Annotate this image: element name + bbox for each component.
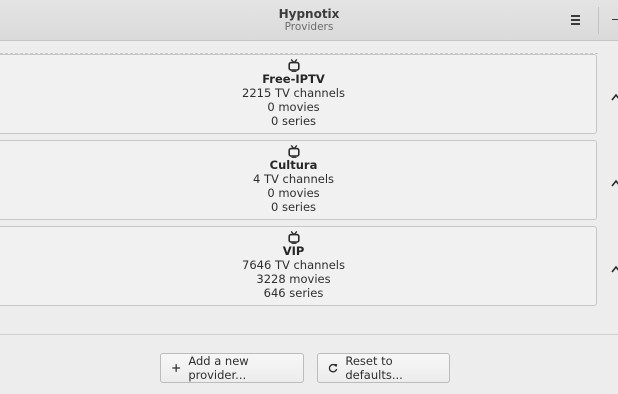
hamburger-menu-icon (570, 15, 580, 17)
chevron-up-icon[interactable] (611, 178, 618, 188)
provider-name: Cultura (269, 158, 318, 172)
provider-movies: 3228 movies (256, 272, 331, 286)
add-provider-button[interactable]: Add a new provider... (160, 353, 304, 383)
provider-name: VIP (282, 244, 305, 258)
plus-icon (172, 364, 181, 372)
chevron-up-icon[interactable] (611, 264, 618, 274)
provider-card-vip[interactable]: VIP 7646 TV channels 3228 movies 646 ser… (0, 226, 597, 306)
provider-card-free-iptv[interactable]: Free-IPTV 2215 TV channels 0 movies 0 se… (0, 54, 597, 134)
provider-tv-channels: 2215 TV channels (242, 86, 345, 100)
provider-series: 0 series (270, 200, 317, 214)
minimize-icon (612, 19, 618, 20)
minimize-button[interactable] (606, 9, 618, 31)
header-separator (598, 7, 599, 34)
chevron-up-icon[interactable] (611, 92, 618, 102)
tv-icon (287, 59, 300, 72)
provider-tv-channels: 4 TV channels (252, 172, 335, 186)
reset-defaults-label: Reset to defaults... (345, 354, 403, 382)
window-title: Hypnotix (278, 7, 340, 21)
add-provider-label: Add a new provider... (188, 354, 249, 382)
header-bar: Hypnotix Providers (0, 0, 618, 41)
main-menu-button[interactable] (563, 9, 587, 31)
provider-movies: 0 movies (267, 100, 320, 114)
providers-list[interactable]: Free-IPTV 2215 TV channels 0 movies 0 se… (0, 41, 618, 335)
window-subtitle: Providers (284, 21, 334, 33)
tv-icon (287, 231, 300, 244)
provider-tv-channels: 7646 TV channels (242, 258, 345, 272)
refresh-icon (328, 363, 338, 373)
reset-defaults-button[interactable]: Reset to defaults... (317, 353, 450, 383)
provider-series: 0 series (270, 114, 317, 128)
provider-name: Free-IPTV (262, 72, 325, 86)
title-block: Hypnotix Providers (0, 7, 618, 34)
provider-card-cultura[interactable]: Cultura 4 TV channels 0 movies 0 series (0, 140, 597, 220)
provider-movies: 0 movies (267, 186, 320, 200)
tv-icon (287, 145, 300, 158)
provider-series: 646 series (263, 286, 324, 300)
